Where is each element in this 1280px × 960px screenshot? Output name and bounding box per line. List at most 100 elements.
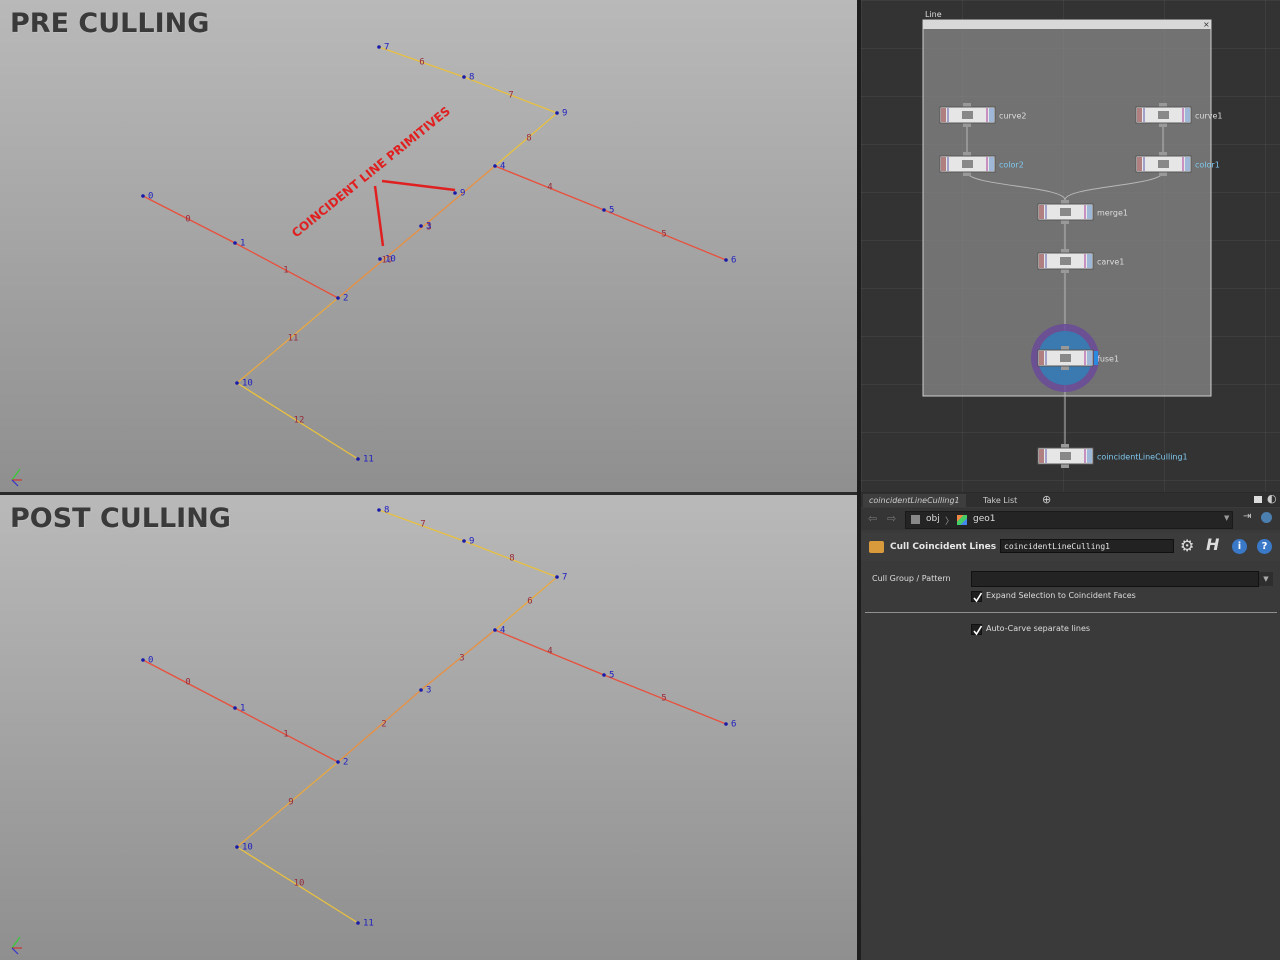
close-icon[interactable]: × bbox=[1203, 20, 1210, 29]
houdini-help-icon[interactable]: H bbox=[1206, 537, 1219, 553]
point-number-label: 7 bbox=[384, 43, 389, 53]
point-marker bbox=[462, 539, 466, 543]
point-number-label: 5 bbox=[609, 671, 614, 681]
node-type-icon bbox=[1060, 354, 1071, 362]
subnet-label: Line bbox=[925, 10, 942, 19]
parameter-pane: coincidentLineCulling1 Take List ⊕ ◐ ⇦ ⇨… bbox=[861, 493, 1280, 960]
node-name-input[interactable]: coincidentLineCulling1 bbox=[1000, 539, 1174, 553]
point-marker bbox=[235, 381, 239, 385]
pane-menu-icon[interactable]: ◐ bbox=[1267, 493, 1277, 505]
point-marker bbox=[356, 921, 360, 925]
forward-arrow-icon[interactable]: ⇨ bbox=[887, 512, 896, 525]
primitive-number-label: 9 bbox=[288, 798, 293, 808]
point-number-label: 3 bbox=[426, 686, 431, 696]
node-label: curve2 bbox=[999, 112, 1027, 121]
edge-line bbox=[494, 576, 558, 631]
primitive-number-label: 5 bbox=[661, 694, 666, 704]
point-number-label: 11 bbox=[363, 455, 374, 465]
gear-icon[interactable]: ⚙ bbox=[1180, 538, 1194, 554]
node-type-icon bbox=[962, 160, 973, 168]
link-icon[interactable] bbox=[1261, 512, 1272, 523]
point-number-label: 6 bbox=[731, 256, 736, 266]
display-flag-icon[interactable] bbox=[1094, 351, 1098, 365]
node-label: carve1 bbox=[1097, 258, 1124, 267]
checkmark-icon bbox=[973, 592, 983, 603]
primitive-number-label: 5 bbox=[661, 230, 666, 240]
primitive-number-label: 7 bbox=[508, 91, 513, 101]
path-geo[interactable]: geo1 bbox=[973, 514, 995, 524]
point-number-label: 1 bbox=[240, 239, 245, 249]
primitive-number-label: 6 bbox=[527, 597, 532, 607]
point-number-label: 9 bbox=[562, 109, 567, 119]
separator bbox=[865, 612, 1277, 613]
geometry-post-culling[interactable]: 0 1 4 5 7 8 6 3 2 9 10 0 1 2 3 4 5 6 8 9 7 10 11 bbox=[0, 495, 857, 960]
primitive-number-label: 0 bbox=[185, 215, 190, 225]
primitive-number-label: 8 bbox=[526, 134, 531, 144]
tab-take-list[interactable]: Take List bbox=[977, 494, 1023, 507]
node-type-icon bbox=[1060, 208, 1071, 216]
path-separator-icon: 〉 bbox=[945, 517, 955, 527]
node-coincidentLineCulling1[interactable]: coincidentLineCulling1 bbox=[1037, 444, 1188, 468]
auto-carve-label: Auto-Carve separate lines bbox=[986, 624, 1091, 633]
node-label: merge1 bbox=[1097, 209, 1128, 218]
pin-icon[interactable]: ⇥ bbox=[1243, 511, 1251, 522]
primitive-number-label: 6 bbox=[419, 58, 424, 68]
pane-tab-bar: coincidentLineCulling1 Take List ⊕ ◐ bbox=[861, 493, 1280, 507]
cull-group-field[interactable] bbox=[971, 571, 1259, 587]
point-marker bbox=[377, 45, 381, 49]
axis-gizmo-icon bbox=[11, 468, 22, 487]
node-label: fuse1 bbox=[1097, 355, 1119, 364]
primitive-number-label: 0 bbox=[185, 678, 190, 688]
point-marker bbox=[602, 208, 606, 212]
auto-carve-checkbox[interactable] bbox=[971, 624, 983, 636]
tab-label: coincidentLineCulling1 bbox=[869, 496, 960, 505]
point-number-label: 0 bbox=[148, 192, 153, 202]
primitive-number-label: 10 bbox=[294, 879, 305, 889]
back-arrow-icon[interactable]: ⇦ bbox=[868, 512, 877, 525]
viewport-pre-culling[interactable]: PRE CULLING 0 1 4 5 6 7 8 3 10 11 12 0 1 2 3 4 5 6 7 8 9 9 10 1… bbox=[0, 0, 857, 492]
tab-parameters[interactable]: coincidentLineCulling1 bbox=[863, 494, 966, 507]
help-icon[interactable]: ? bbox=[1257, 539, 1272, 554]
point-number-label: 4 bbox=[500, 162, 505, 172]
network-view[interactable]: Line × curve2 curve1 color2 color1 merge1 carve… bbox=[861, 0, 1280, 492]
subnet-titlebar[interactable] bbox=[923, 20, 1211, 29]
point-marker bbox=[233, 241, 237, 245]
path-field[interactable]: obj 〉 geo1 ▼ bbox=[905, 511, 1233, 529]
cull-group-label: Cull Group / Pattern bbox=[872, 574, 951, 583]
point-marker bbox=[141, 658, 145, 662]
path-dropdown-icon[interactable]: ▼ bbox=[1224, 514, 1229, 522]
group-dropdown-icon[interactable]: ▼ bbox=[1259, 572, 1273, 586]
network-graph[interactable]: Line × curve2 curve1 color2 color1 merge1 carve… bbox=[861, 0, 1280, 492]
point-marker bbox=[602, 673, 606, 677]
point-marker bbox=[462, 75, 466, 79]
axis-gizmo-icon bbox=[11, 936, 22, 955]
path-obj[interactable]: obj bbox=[926, 514, 940, 524]
add-tab-icon[interactable]: ⊕ bbox=[1042, 494, 1051, 506]
viewport-post-culling[interactable]: POST CULLING 0 1 4 5 7 8 6 3 2 9 10 0 1 2 3 4 5 6 8 9 7 10 11 bbox=[0, 495, 857, 960]
point-number-label: 2 bbox=[343, 294, 348, 304]
node-type-icon bbox=[1060, 257, 1071, 265]
node-label: curve1 bbox=[1195, 112, 1223, 121]
point-marker bbox=[724, 722, 728, 726]
point-marker bbox=[493, 628, 497, 632]
maximize-icon[interactable] bbox=[1254, 496, 1262, 503]
point-number-label: 1 bbox=[240, 704, 245, 714]
geometry-pre-culling[interactable]: 0145678310111201234567899101011COINCIDEN… bbox=[0, 0, 857, 492]
point-marker bbox=[235, 845, 239, 849]
point-marker bbox=[141, 194, 145, 198]
expand-selection-checkbox[interactable] bbox=[971, 591, 983, 603]
primitive-number-label: 12 bbox=[294, 416, 305, 426]
primitive-number-label: 2 bbox=[381, 720, 386, 730]
info-icon[interactable]: i bbox=[1232, 539, 1247, 554]
point-marker bbox=[377, 508, 381, 512]
point-number-label: 8 bbox=[469, 73, 474, 83]
point-number-label: 10 bbox=[242, 843, 253, 853]
point-number-label: 11 bbox=[363, 919, 374, 929]
point-number-label: 5 bbox=[609, 206, 614, 216]
operator-type-icon[interactable] bbox=[869, 541, 884, 553]
edge-line bbox=[337, 689, 422, 763]
point-number-label: 6 bbox=[731, 720, 736, 730]
point-number-label: 0 bbox=[148, 656, 153, 666]
point-marker bbox=[724, 258, 728, 262]
point-marker bbox=[419, 224, 423, 228]
